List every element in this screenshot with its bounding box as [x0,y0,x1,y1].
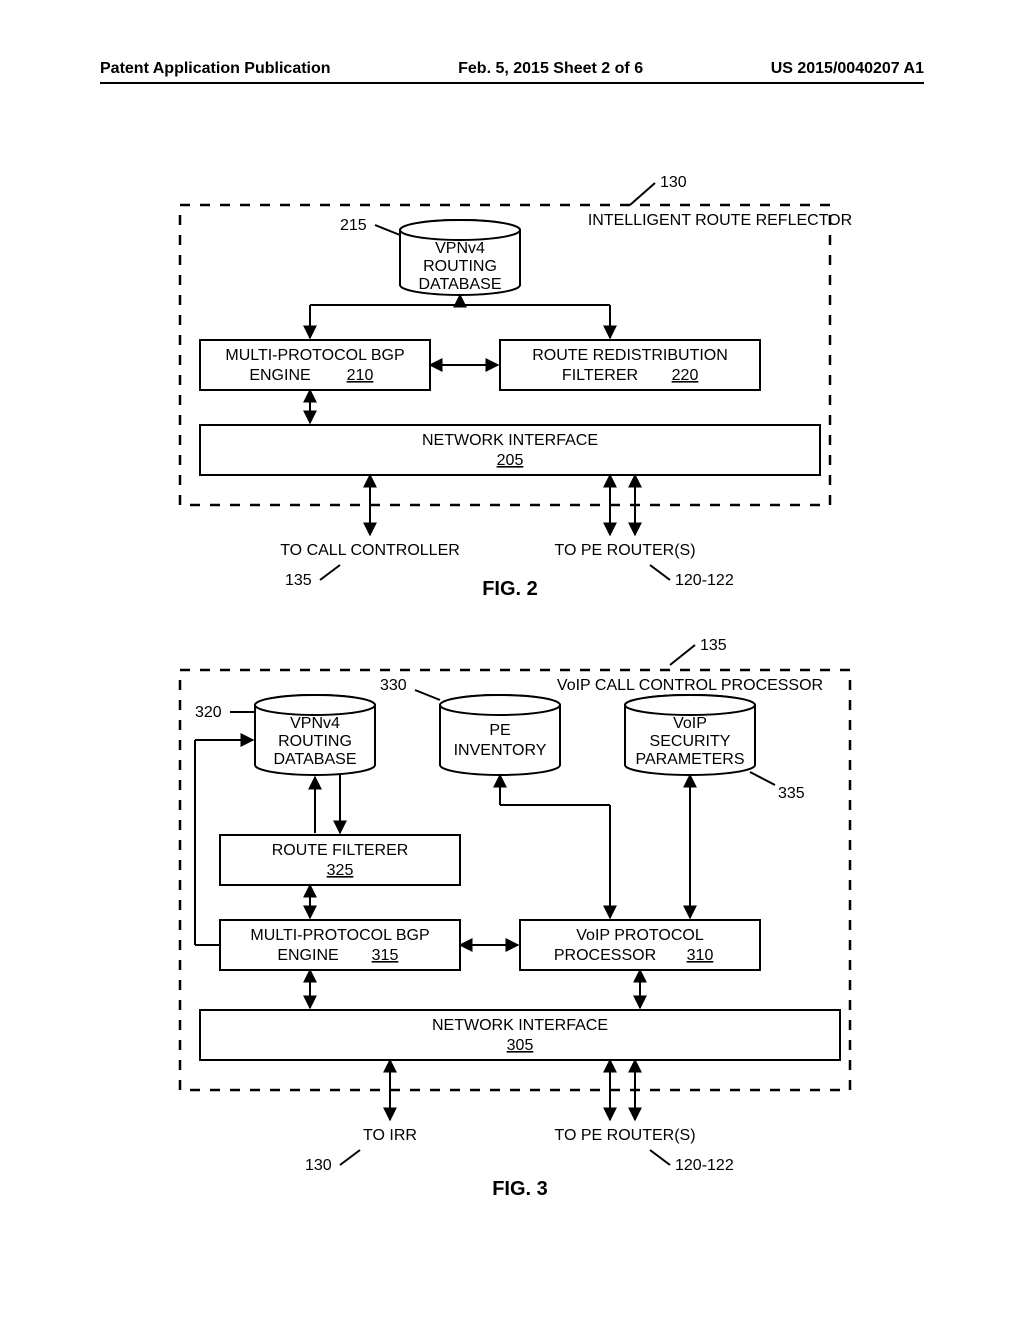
container-label-1: INTELLIGENT ROUTE REFLECTOR [588,212,852,229]
page-header: Patent Application Publication Feb. 5, 2… [100,60,924,84]
svg-text:NETWORK INTERFACE: NETWORK INTERFACE [432,1017,608,1034]
svg-text:315: 315 [372,947,399,964]
svg-text:ROUTE FILTERER: ROUTE FILTERER [272,842,409,859]
svg-text:PE: PE [489,722,510,739]
svg-text:VoIP: VoIP [673,715,707,732]
ref-130-b: 130 [305,1157,332,1174]
svg-text:MULTI-PROTOCOL BGP: MULTI-PROTOCOL BGP [250,927,429,944]
ref-215: 215 [340,217,367,234]
ref-120-122-b: 120-122 [675,1157,734,1174]
ref-135: 135 [700,637,727,654]
svg-text:305: 305 [507,1037,534,1054]
pe-inventory-db: PE INVENTORY [440,695,560,775]
svg-text:PROCESSOR: PROCESSOR [554,947,656,964]
vpnv4-db: VPNv4 ROUTING DATABASE [255,695,375,775]
svg-text:ENGINE: ENGINE [277,947,338,964]
ref-320: 320 [195,704,222,721]
out-right: TO PE ROUTER(S) [554,542,695,559]
svg-text:210: 210 [347,367,374,384]
voip-security-db: VoIP SECURITY PARAMETERS [625,695,755,775]
svg-text:ENGINE: ENGINE [249,367,310,384]
ref-135: 135 [285,572,312,589]
header-left: Patent Application Publication [100,60,331,78]
svg-text:PARAMETERS: PARAMETERS [635,751,744,768]
fig2-title: FIG. 2 [482,578,538,600]
fig3-title: FIG. 3 [492,1178,548,1200]
svg-text:310: 310 [687,947,714,964]
out-left: TO IRR [363,1127,417,1144]
header-right: US 2015/0040207 A1 [771,60,924,78]
container-label: VoIP CALL CONTROL PROCESSOR [557,677,823,694]
page: Patent Application Publication Feb. 5, 2… [0,0,1024,1320]
svg-text:SECURITY: SECURITY [650,733,731,750]
svg-text:DATABASE: DATABASE [419,276,502,293]
ref-335: 335 [778,785,805,802]
out-left: TO CALL CONTROLLER [280,542,460,559]
svg-text:INVENTORY: INVENTORY [454,742,547,759]
vpnv4-db: VPNv4 ROUTING DATABASE [400,220,520,295]
svg-text:VoIP PROTOCOL: VoIP PROTOCOL [576,927,704,944]
svg-text:FILTERER: FILTERER [562,367,638,384]
svg-text:ROUTING: ROUTING [278,733,352,750]
figure-3: VoIP CALL CONTROL PROCESSOR 135 VPNv4 RO… [50,640,974,1200]
svg-text:ROUTING: ROUTING [423,258,497,275]
svg-text:220: 220 [672,367,699,384]
svg-text:ROUTE REDISTRIBUTION: ROUTE REDISTRIBUTION [532,347,728,364]
svg-text:MULTI-PROTOCOL BGP: MULTI-PROTOCOL BGP [225,347,404,364]
ref-120-122: 120-122 [675,572,734,589]
ref-130: 130 [660,174,687,191]
ref-330: 330 [380,677,407,694]
svg-text:VPNv4: VPNv4 [435,240,485,257]
svg-text:DATABASE: DATABASE [274,751,357,768]
svg-text:325: 325 [327,862,354,879]
figure-2: INTELLIGENT ROUTE REFLECTOR 130 VPNv4 RO… [50,175,974,605]
out-right: TO PE ROUTER(S) [554,1127,695,1144]
header-center: Feb. 5, 2015 Sheet 2 of 6 [458,60,643,78]
svg-text:205: 205 [497,452,524,469]
svg-text:VPNv4: VPNv4 [290,715,340,732]
svg-text:NETWORK INTERFACE: NETWORK INTERFACE [422,432,598,449]
